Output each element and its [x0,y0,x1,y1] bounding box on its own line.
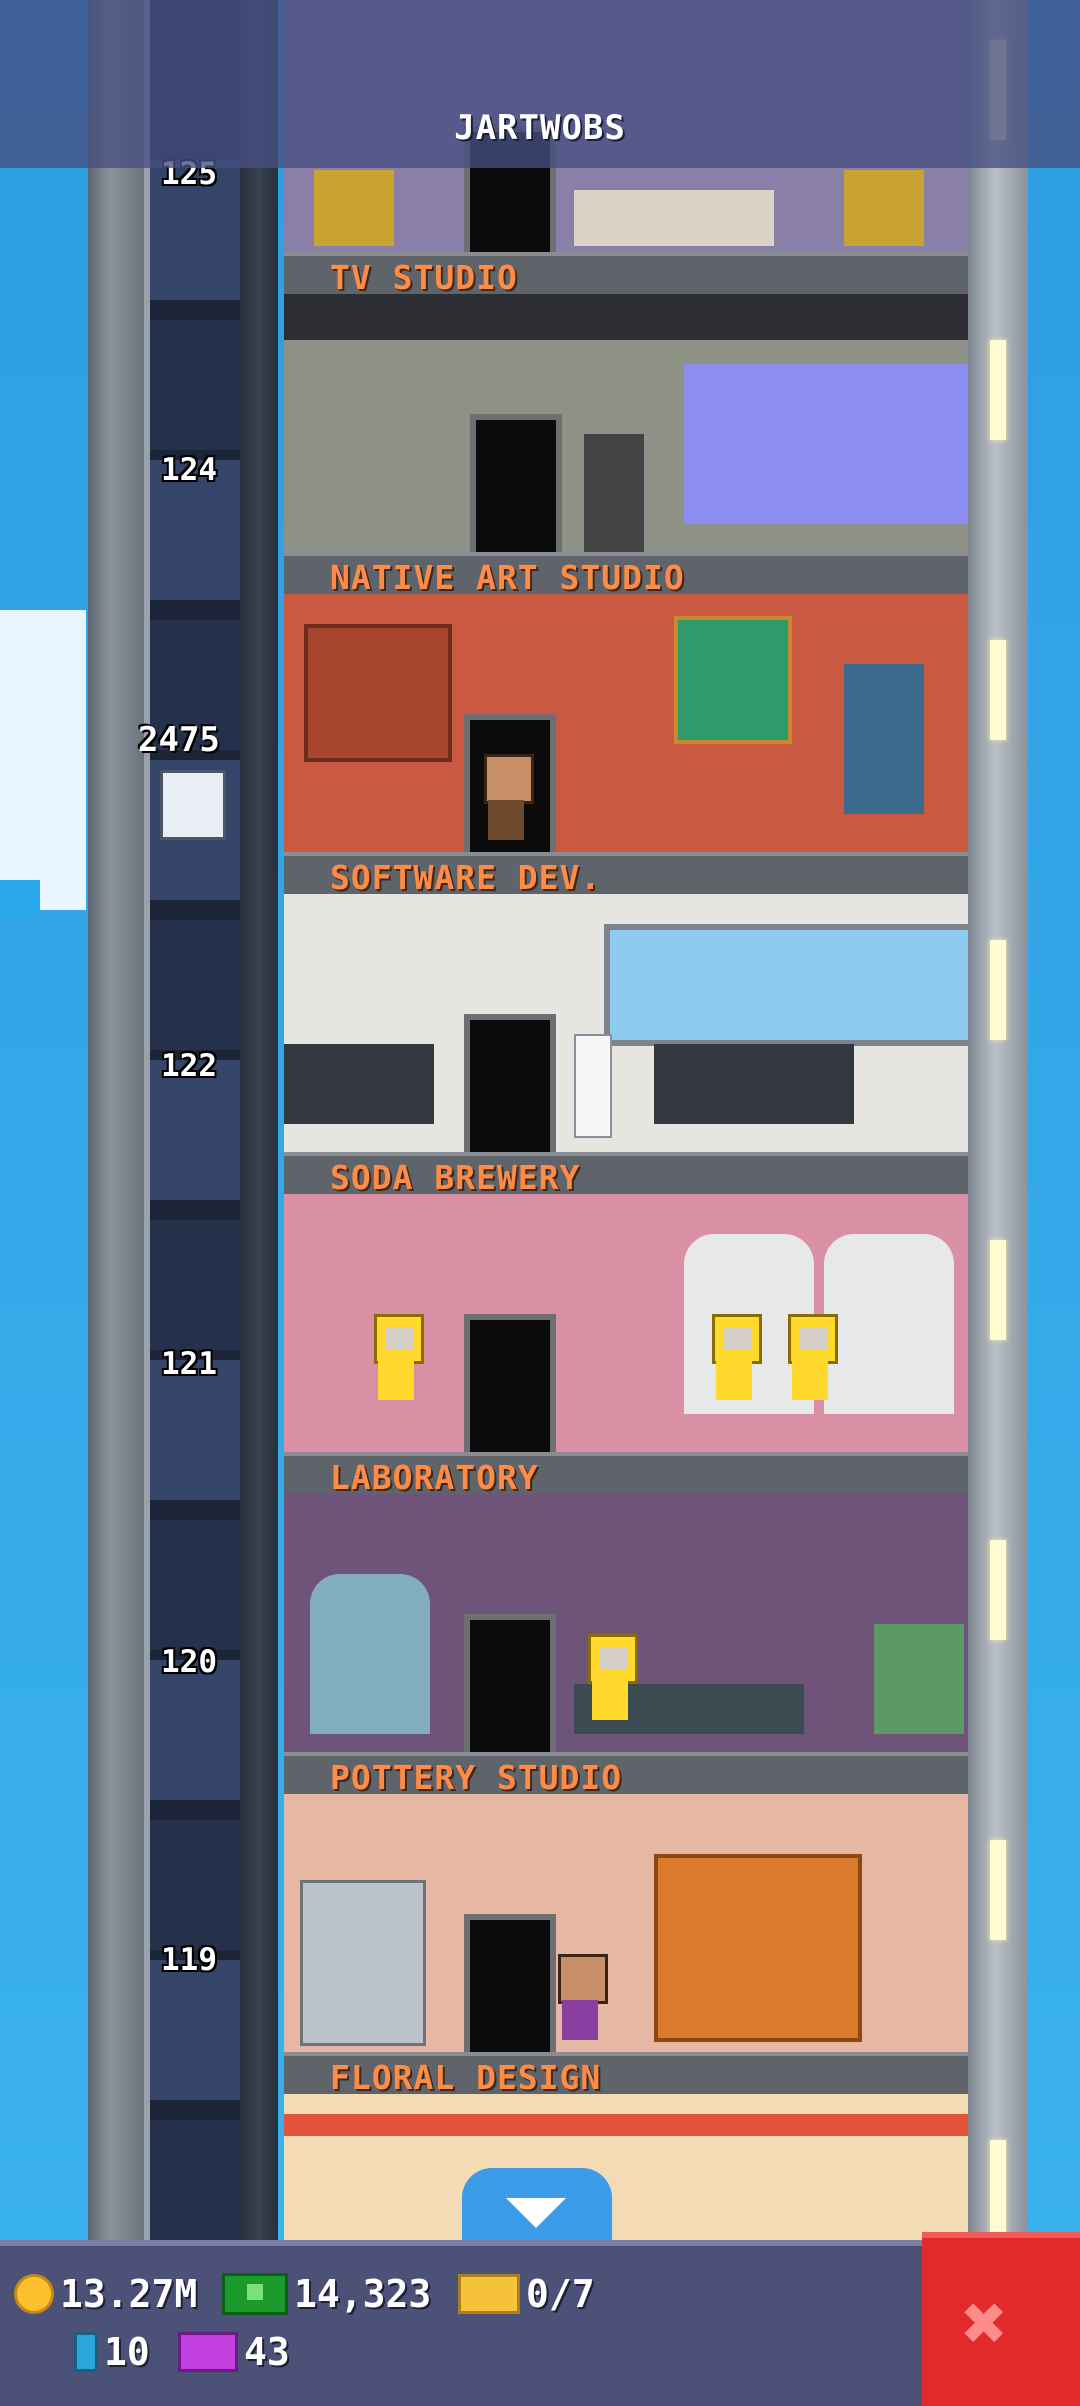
bux-value: 14,323 [294,2272,432,2316]
floor-119-room [284,1794,968,2052]
elevator-keys-value: 10 [104,2330,150,2374]
bitizen[interactable] [784,1314,838,1400]
bitizen[interactable] [584,1634,638,1720]
elevator-shaft[interactable] [144,0,246,2250]
water-cooler [574,1034,612,1138]
tower-window-light [990,1540,1006,1640]
bitizen[interactable] [554,1954,608,2040]
studio-camera [584,434,644,552]
vip-stat[interactable]: 43 [178,2330,290,2374]
tapestry [674,616,792,744]
tower-window-light [990,940,1006,1040]
bux-icon [222,2273,288,2315]
floor-number-120: 120 [161,1644,217,1680]
fridge [300,1880,426,2046]
bitizen[interactable] [370,1314,424,1400]
golden-pot [844,170,924,246]
elevator-bitizen [160,770,226,840]
elevator-keys-stat[interactable]: 10 [74,2330,150,2374]
cloud [0,610,86,910]
tickets-stat[interactable]: 0/7 [458,2272,595,2316]
bux-stat[interactable]: 14,323 [222,2272,431,2316]
elevator-key-icon [74,2332,98,2372]
tower-window-light [990,340,1006,440]
elevator-passenger-count: 2475 [138,720,220,760]
floor-123[interactable]: NATIVE ART STUDIO [284,552,968,852]
floor-label-bar: SOFTWARE DEV. [284,852,968,897]
floor-label: NATIVE ART STUDIO [330,558,685,597]
floor-123-room [284,594,968,852]
floor-label-bar: NATIVE ART STUDIO [284,552,968,597]
kitchen-counter [574,190,774,246]
lab-freezer [310,1574,430,1734]
floor-label-bar: FLORAL DESIGN [284,2052,968,2097]
floor-118[interactable]: FLORAL DESIGN [284,2052,968,2252]
ceiling-lights [284,294,968,340]
floor-label-bar: LABORATORY [284,1452,968,1497]
pottery-shelf [654,1854,862,2042]
chevron-down-icon [506,2198,566,2228]
floor-door [470,414,562,552]
tickets-value: 0/7 [526,2272,595,2316]
tower-window-light [990,1840,1006,1940]
coins-stat[interactable]: 13.27M [14,2272,197,2316]
tower-window-light [990,1240,1006,1340]
tower-window-light [990,640,1006,740]
floor-120-room [284,1494,968,1752]
floor-122-room [284,894,968,1152]
floor-label-bar: TV STUDIO [284,252,968,297]
floor-number-119: 119 [161,1942,217,1978]
office-desk [284,1044,434,1124]
bottom-stat-bar: 13.27M 14,323 0/7 10 43 [0,2240,930,2406]
floor-number-122: 122 [161,1048,217,1084]
floor-label: SODA BREWERY [330,1158,581,1197]
coins-value: 13.27M [60,2272,198,2316]
floor-118-room [284,2094,968,2252]
top-header: JARTWOBS [0,0,1080,168]
coin-icon [14,2274,54,2314]
tower-name[interactable]: JARTWOBS [0,108,1080,148]
floor-124[interactable]: TV STUDIO [284,252,968,552]
floor-label: TV STUDIO [330,258,518,297]
bitizen[interactable] [480,754,534,840]
floor-120[interactable]: LABORATORY [284,1452,968,1752]
floor-label: SOFTWARE DEV. [330,858,602,897]
golden-pot [314,170,394,246]
close-button[interactable]: ✖ [922,2232,1080,2406]
tower-left-wall [88,0,144,2250]
floor-door [464,1014,556,1152]
studio-backdrop [684,364,968,524]
brew-tank [824,1234,954,1414]
elevator-rail [240,0,278,2250]
floor-label-bar: POTTERY STUDIO [284,1752,968,1797]
floor-door [464,1914,556,2052]
floor-label: FLORAL DESIGN [330,2058,602,2097]
lab-robot [874,1624,964,1734]
floor-door [464,1614,556,1752]
art-shelf [304,624,452,762]
floor-number-121: 121 [161,1346,217,1382]
floral-banner [284,2114,968,2136]
vip-value: 43 [244,2330,290,2374]
floor-label: LABORATORY [330,1458,539,1497]
office-window [604,924,968,1046]
floor-number-124: 124 [161,452,217,488]
bitizen[interactable] [708,1314,762,1400]
floor-122[interactable]: SOFTWARE DEV. [284,852,968,1152]
elevator-car[interactable]: 2475 [138,700,250,860]
floor-124-room [284,294,968,552]
floor-119[interactable]: POTTERY STUDIO [284,1752,968,2052]
vip-icon [178,2332,238,2372]
ticket-icon [458,2274,520,2314]
floor-121-room [284,1194,968,1452]
close-icon: ✖ [962,2278,1008,2367]
cloud [0,880,40,920]
floor-label: POTTERY STUDIO [330,1758,623,1797]
office-desk [654,1044,854,1124]
statue [844,664,924,814]
floor-121[interactable]: SODA BREWERY [284,1152,968,1452]
tower-window-light [990,2140,1006,2240]
floor-door [464,1314,556,1452]
floor-label-bar: SODA BREWERY [284,1152,968,1197]
